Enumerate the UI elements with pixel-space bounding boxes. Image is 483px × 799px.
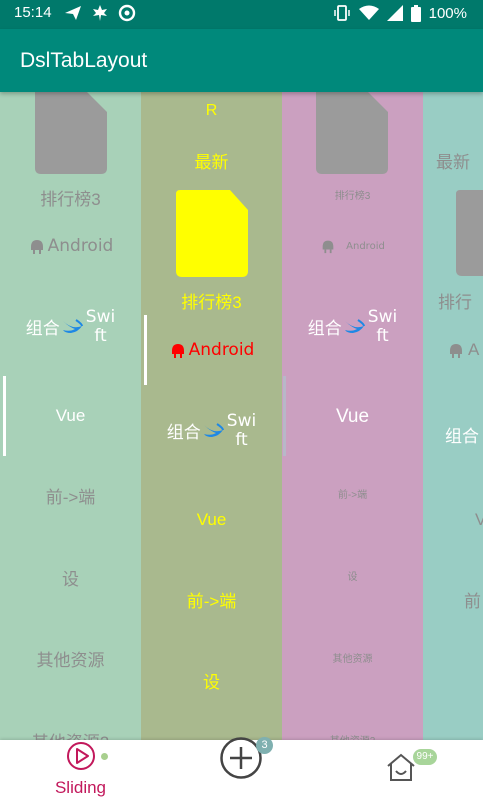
tab-android[interactable]: Android (282, 238, 423, 254)
tab-other[interactable]: 其他资源 (0, 646, 141, 671)
tab-columns: 排行榜3 Android 组合 Swift Vue 前->端 设 其他资源 其他… (0, 92, 483, 740)
tab-android-label: Android (47, 236, 114, 256)
tab-column-4[interactable]: 最新 排行 A 组合 V 前 (423, 92, 483, 740)
file-icon (35, 92, 107, 174)
file-icon (176, 190, 248, 277)
tab-rank3[interactable]: 排行榜3 (141, 288, 282, 313)
android-icon (450, 344, 462, 358)
tab-indicator (283, 376, 286, 456)
home-count-badge: 99+ (413, 749, 437, 765)
nav-sliding-label: Sliding (54, 778, 107, 797)
tab-frontend[interactable]: 前->端 (282, 486, 423, 501)
add-count-badge: 3 (256, 737, 273, 754)
page-title: DslTabLayout (20, 49, 148, 72)
tab-latest[interactable]: 最新 (141, 148, 282, 173)
tab-android-label: A (468, 340, 480, 359)
android-icon (322, 240, 334, 254)
tab-android[interactable]: Android (141, 340, 282, 360)
tab-combo-swift[interactable]: 组合 Swi ft (282, 308, 423, 345)
tab-android-label: Android (346, 240, 385, 252)
tab-android[interactable]: A (447, 340, 479, 360)
tab-other2[interactable]: 其他资源2 (0, 728, 141, 740)
signal-icon (386, 5, 403, 21)
swift-label-2: ft (376, 325, 389, 346)
combo-label: 组合 (166, 423, 201, 444)
data-saver-icon (118, 4, 136, 22)
tab-she[interactable]: 设 (282, 568, 423, 583)
play-circle-icon (67, 742, 95, 770)
tab-rank3[interactable]: 排行榜3 (0, 185, 141, 210)
sliding-dot-badge (101, 753, 108, 760)
send-icon (65, 6, 81, 20)
android-icon (171, 344, 184, 358)
nav-home[interactable]: 99+ (322, 740, 483, 799)
combo-label: 组合 (25, 319, 60, 340)
tab-indicator (3, 376, 6, 456)
file-icon (456, 190, 483, 276)
tab-combo[interactable]: 组合 (445, 422, 479, 447)
tab-she[interactable]: 设 (141, 668, 282, 693)
swift-label-1: Swi (226, 411, 257, 431)
status-time: 15:14 (14, 4, 52, 21)
tab-other2[interactable]: 其他资源2 (282, 732, 423, 740)
tab-combo-swift[interactable]: 组合 Swi ft (0, 308, 141, 345)
tab-vue[interactable]: Vue (141, 510, 282, 530)
battery-icon (410, 4, 421, 22)
tab-other[interactable]: 其他资源 (282, 650, 423, 665)
swift-icon (344, 318, 365, 333)
combo-label: 组合 (307, 319, 342, 340)
status-bar: 15:14 100% (0, 0, 483, 29)
tab-r[interactable]: R (141, 102, 282, 120)
tab-indicator (144, 315, 147, 385)
tab-android-label: Android (188, 340, 255, 360)
tab-column-1[interactable]: 排行榜3 Android 组合 Swift Vue 前->端 设 其他资源 其他… (0, 92, 141, 740)
battery-percent: 100% (428, 4, 467, 22)
vibrate-icon (333, 5, 350, 21)
file-icon (316, 92, 388, 174)
tab-frontend[interactable]: 前 (464, 587, 481, 612)
swift-label-2: ft (94, 325, 107, 346)
swift-icon (62, 318, 83, 333)
nav-sliding[interactable]: Sliding (0, 740, 161, 799)
tab-rank3[interactable]: 排行榜3 (282, 187, 423, 202)
tab-latest[interactable]: 最新 (423, 148, 483, 173)
tab-android[interactable]: Android (0, 236, 141, 256)
tab-frontend[interactable]: 前->端 (0, 483, 141, 508)
tab-she[interactable]: 设 (0, 565, 141, 590)
tab-combo-swift[interactable]: 组合 Swi ft (141, 412, 282, 449)
tab-vue[interactable]: V (475, 510, 483, 530)
tab-vue[interactable]: Vue (0, 406, 141, 426)
app-bar: DslTabLayout (0, 29, 483, 92)
leaf-icon (93, 5, 107, 21)
android-icon (30, 240, 43, 254)
swift-label-1: Swi (85, 307, 116, 327)
tab-rank[interactable]: 排行 (423, 288, 483, 313)
tab-frontend[interactable]: 前->端 (141, 587, 282, 612)
swift-label-1: Swi (367, 307, 398, 327)
tab-column-2[interactable]: R 最新 排行榜3 Android 组合 Swi ft Vue 前->端 设 (141, 92, 282, 740)
nav-add[interactable]: 3 (161, 737, 322, 799)
tab-column-3[interactable]: 排行榜3 Android 组合 Swift Vue 前->端 设 其他资源 其他… (282, 92, 423, 740)
tab-vue[interactable]: Vue (282, 406, 423, 428)
wifi-icon (358, 5, 379, 20)
swift-label-2: ft (235, 429, 248, 450)
bottom-navigation: Sliding 3 99+ (0, 737, 483, 799)
swift-icon (203, 422, 224, 437)
